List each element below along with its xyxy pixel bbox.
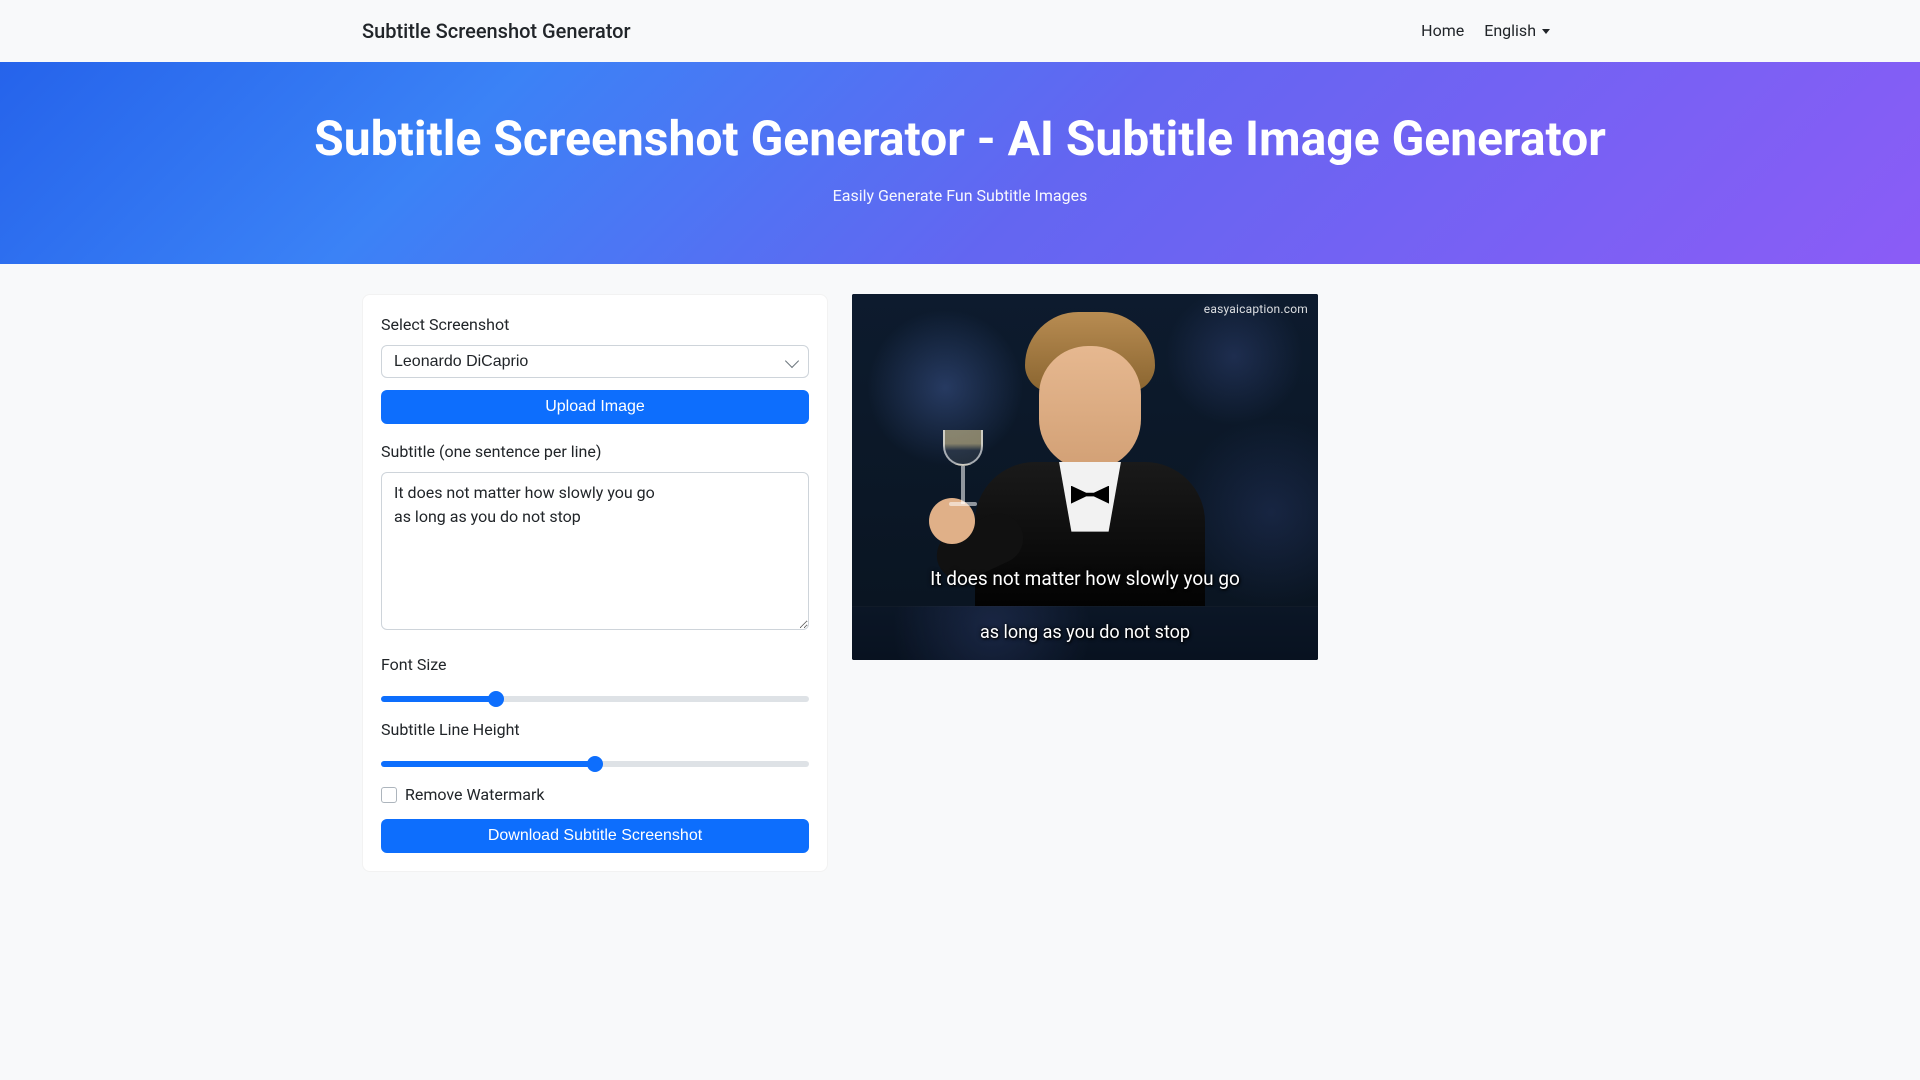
preview-image: easyaicaption.com It does not matter xyxy=(852,294,1318,660)
person-illustration xyxy=(935,312,1235,606)
language-dropdown[interactable]: English xyxy=(1476,11,1558,51)
download-button[interactable]: Download Subtitle Screenshot xyxy=(381,819,809,853)
nav-home-link[interactable]: Home xyxy=(1413,11,1472,51)
font-size-slider[interactable] xyxy=(381,696,809,702)
select-screenshot-label: Select Screenshot xyxy=(381,313,809,337)
main-container: Select Screenshot Leonardo DiCaprio Uplo… xyxy=(350,264,1570,902)
screenshot-select[interactable]: Leonardo DiCaprio xyxy=(381,345,809,378)
line-height-slider[interactable] xyxy=(381,761,809,767)
page-title: Subtitle Screenshot Generator - AI Subti… xyxy=(16,110,1904,168)
caret-down-icon xyxy=(1542,29,1550,34)
controls-card: Select Screenshot Leonardo DiCaprio Uplo… xyxy=(362,294,828,872)
hero-banner: Subtitle Screenshot Generator - AI Subti… xyxy=(0,62,1920,264)
font-size-label: Font Size xyxy=(381,653,809,677)
navbar: Subtitle Screenshot Generator Home Engli… xyxy=(0,0,1920,62)
upload-image-button[interactable]: Upload Image xyxy=(381,390,809,424)
remove-watermark-label[interactable]: Remove Watermark xyxy=(405,783,545,807)
subtitle-textarea-label: Subtitle (one sentence per line) xyxy=(381,440,809,464)
navbar-brand[interactable]: Subtitle Screenshot Generator xyxy=(362,8,631,54)
preview-panel: easyaicaption.com It does not matter xyxy=(852,294,1318,660)
remove-watermark-checkbox[interactable] xyxy=(381,787,397,803)
subtitle-line-2: as long as you do not stop xyxy=(852,619,1318,646)
subtitle-textarea[interactable] xyxy=(381,472,809,630)
line-height-label: Subtitle Line Height xyxy=(381,718,809,742)
language-dropdown-label: English xyxy=(1484,19,1536,43)
page-subtitle: Easily Generate Fun Subtitle Images xyxy=(16,184,1904,208)
subtitle-line-1: It does not matter how slowly you go xyxy=(852,565,1318,594)
